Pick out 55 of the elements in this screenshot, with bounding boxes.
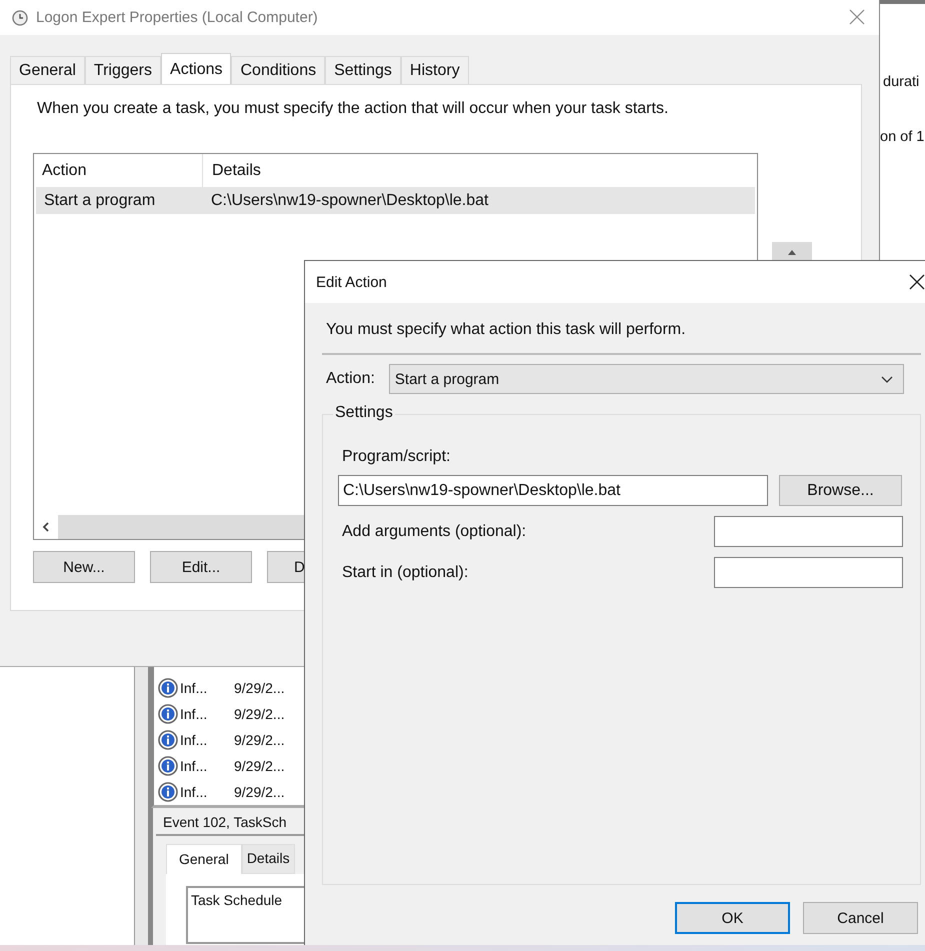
background-text: durati: [883, 74, 920, 90]
browse-button[interactable]: Browse...: [779, 475, 902, 506]
instruction-text: You must specify what action this task will perform.: [325, 320, 687, 340]
tab[interactable]: General: [166, 844, 242, 874]
splitter[interactable]: [135, 667, 151, 945]
tab[interactable]: General: [10, 56, 85, 84]
field-label: Start in (optional):: [342, 564, 468, 582]
table-row[interactable]: Start a program C:\Users\nw19-spowner\Desktop\le.bat: [36, 187, 755, 214]
event-level: Inf...: [180, 732, 208, 748]
tab[interactable]: Actions: [161, 53, 232, 84]
column-header[interactable]: Details: [203, 162, 261, 180]
field-label: Action:: [326, 370, 375, 388]
tab[interactable]: Details: [242, 844, 295, 874]
event-date: 9/29/2...: [234, 758, 285, 774]
action-button[interactable]: D: [267, 551, 304, 583]
info-icon: [158, 756, 178, 776]
event-level: Inf...: [180, 706, 208, 722]
clock-icon: [12, 10, 28, 26]
action-button[interactable]: New...: [33, 551, 135, 583]
scroll-left-icon[interactable]: [42, 522, 50, 532]
program-field[interactable]: C:\Users\nw19-spowner\Desktop\le.bat: [338, 475, 768, 506]
close-icon[interactable]: [909, 274, 925, 290]
arguments-field[interactable]: [714, 516, 903, 547]
event-level: Inf...: [180, 758, 208, 774]
background-text: on of 1: [880, 129, 924, 145]
action-button[interactable]: Edit...: [150, 551, 252, 583]
event-date: 9/29/2...: [234, 706, 285, 722]
instruction-text: When you create a task, you must specify the action that will occur when your task starts.: [37, 100, 670, 118]
window-title: Logon Expert Properties (Local Computer): [36, 9, 318, 26]
tab[interactable]: History: [400, 56, 469, 84]
tab[interactable]: Conditions: [231, 56, 326, 84]
info-icon: [158, 782, 178, 802]
info-icon: [158, 704, 178, 724]
dialog-button[interactable]: Cancel: [803, 902, 918, 934]
event-level: Inf...: [180, 784, 208, 800]
table-cell-text: C:\Users\nw19-spowner\Desktop\le.bat: [210, 192, 488, 210]
start-in-field[interactable]: [714, 557, 903, 588]
tab[interactable]: Settings: [325, 56, 401, 84]
scroll-up-button[interactable]: [772, 242, 812, 262]
chevron-down-icon: [880, 376, 893, 382]
event-date: 9/29/2...: [234, 784, 285, 800]
event-level: Inf...: [180, 680, 208, 696]
info-icon: [158, 678, 178, 698]
tab[interactable]: Triggers: [84, 56, 162, 84]
action-dropdown[interactable]: Start a program: [388, 364, 904, 394]
field-label: Program/script:: [342, 448, 452, 466]
event-date: 9/29/2...: [234, 680, 285, 696]
event-date: 9/29/2...: [234, 732, 285, 748]
info-icon: [158, 730, 178, 750]
field-label: Add arguments (optional):: [342, 522, 526, 540]
dialog-button[interactable]: OK: [675, 902, 790, 934]
group-title: Settings: [333, 404, 395, 422]
window-title: Edit Action: [316, 274, 387, 290]
table-cell-text: Start a program: [43, 192, 156, 210]
triangle-up-icon: [788, 250, 796, 254]
